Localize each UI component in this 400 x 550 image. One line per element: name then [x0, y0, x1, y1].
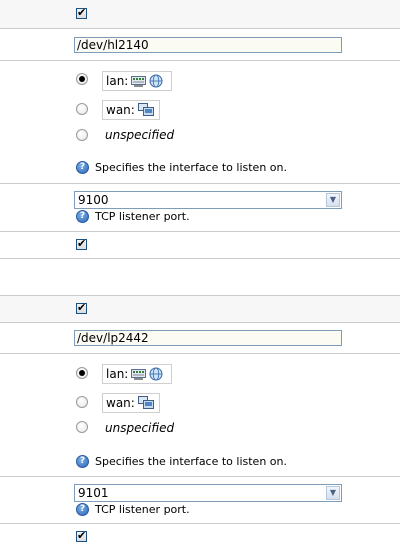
interface-lan-box-1: lan:	[102, 71, 172, 91]
interface-radio-wan-2[interactable]	[76, 396, 88, 408]
interface-help-1: ? Specifies the interface to listen on.	[76, 161, 287, 174]
port-select-2[interactable]: 9101 ▼	[74, 484, 342, 502]
port-value: 9100	[78, 193, 109, 207]
port-help-text: TCP listener port.	[95, 503, 190, 516]
device-row-1: /dev/hl2140	[0, 29, 400, 61]
device-row-2: /dev/lp2442	[0, 323, 400, 354]
interface-radio-wan-1[interactable]	[76, 103, 88, 115]
option-row-2	[0, 524, 400, 550]
interface-radio-lan-1[interactable]	[76, 73, 88, 85]
globe-icon	[149, 367, 163, 381]
wan-computer-icon	[137, 103, 154, 117]
option-checkbox-2[interactable]	[76, 531, 87, 542]
interface-unspecified-label: unspecified	[105, 128, 175, 142]
interface-radio-unspecified-2[interactable]	[76, 421, 88, 433]
interface-help-2: ? Specifies the interface to listen on.	[76, 455, 287, 468]
interface-wan-label: wan:	[106, 396, 135, 410]
network-card-icon	[131, 75, 147, 88]
help-icon: ?	[76, 503, 89, 516]
enable-checkbox-2[interactable]	[76, 303, 87, 314]
option-row-1	[0, 232, 400, 259]
enable-row-2	[0, 296, 400, 323]
chevron-down-icon[interactable]: ▼	[326, 486, 340, 500]
interface-radio-unspecified-1[interactable]	[76, 129, 88, 141]
interface-wan-box-2: wan:	[102, 393, 160, 413]
interface-unspecified-label: unspecified	[105, 421, 175, 435]
interface-help-text: Specifies the interface to listen on.	[95, 161, 287, 174]
port-row-2: 9101 ▼ ? TCP listener port.	[0, 477, 400, 524]
interface-lan-label: lan:	[106, 74, 129, 88]
chevron-down-icon[interactable]: ▼	[326, 193, 340, 207]
option-checkbox-1[interactable]	[76, 239, 87, 250]
port-value: 9101	[78, 486, 109, 500]
help-icon: ?	[76, 161, 89, 174]
checkmark-icon	[77, 236, 86, 252]
enable-checkbox-1[interactable]	[76, 8, 87, 19]
enable-row-1	[0, 0, 400, 29]
wan-computer-icon	[137, 396, 154, 410]
interface-wan-box-1: wan:	[102, 100, 160, 120]
interface-wan-label: wan:	[106, 103, 135, 117]
port-help-2: ? TCP listener port.	[76, 503, 190, 516]
device-input-1[interactable]: /dev/hl2140	[74, 37, 342, 53]
checkmark-icon	[77, 300, 86, 316]
checkmark-icon	[77, 5, 86, 21]
port-select-1[interactable]: 9100 ▼	[74, 191, 342, 209]
interface-lan-box-2: lan:	[102, 364, 172, 384]
globe-icon	[149, 74, 163, 88]
port-row-1: 9100 ▼ ? TCP listener port.	[0, 184, 400, 232]
interface-help-text: Specifies the interface to listen on.	[95, 455, 287, 468]
help-icon: ?	[76, 210, 89, 223]
checkmark-icon	[77, 528, 86, 544]
interface-radio-lan-2[interactable]	[76, 367, 88, 379]
port-help-text: TCP listener port.	[95, 210, 190, 223]
section-separator	[0, 259, 400, 296]
interface-row-2: lan: wan: unspecified ? Specifies the in…	[0, 354, 400, 477]
device-input-2[interactable]: /dev/lp2442	[74, 330, 342, 346]
port-help-1: ? TCP listener port.	[76, 210, 190, 223]
interface-lan-label: lan:	[106, 367, 129, 381]
interface-row-1: lan: wan: unspecified ? Specifies the in…	[0, 61, 400, 184]
help-icon: ?	[76, 455, 89, 468]
network-card-icon	[131, 368, 147, 381]
